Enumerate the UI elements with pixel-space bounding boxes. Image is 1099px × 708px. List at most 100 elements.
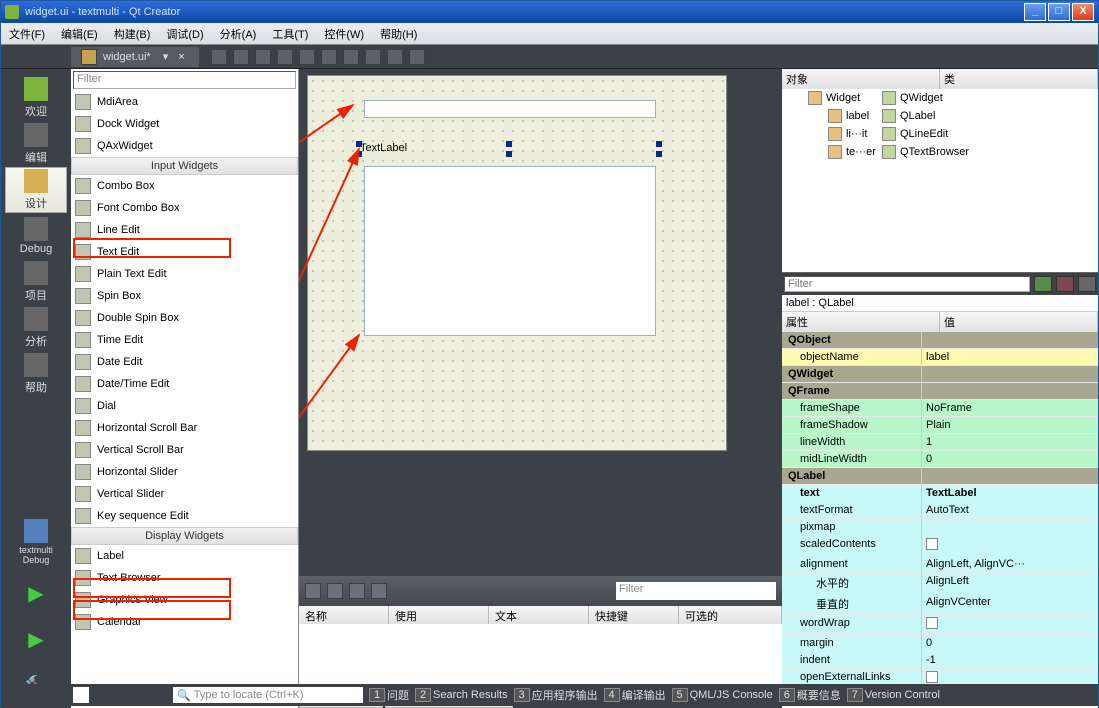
collapse-icon[interactable] (73, 687, 89, 703)
selection-handle[interactable] (356, 141, 362, 147)
remove-dynamic-prop-button[interactable] (1056, 276, 1074, 292)
add-dynamic-prop-button[interactable] (1034, 276, 1052, 292)
widgetbox-item-text-browser[interactable]: Text Browser (71, 567, 298, 589)
output-pane-2[interactable]: 2Search Results (415, 687, 508, 703)
mode-projects[interactable]: 项目 (5, 259, 67, 305)
prop-row[interactable]: pixmap (782, 519, 1098, 536)
lineedit-widget[interactable] (364, 100, 656, 118)
menu-build[interactable]: 构建(B) (106, 26, 159, 42)
menu-tools[interactable]: 工具(T) (264, 26, 316, 42)
menu-debug[interactable]: 调试(D) (158, 26, 211, 42)
widgetbox-item-date/time-edit[interactable]: Date/Time Edit (71, 373, 298, 395)
selection-handle[interactable] (356, 151, 362, 157)
widgetbox-item-spin-box[interactable]: Spin Box (71, 285, 298, 307)
widgetbox-item-dock-widget[interactable]: Dock Widget (71, 113, 298, 135)
property-list[interactable]: QObjectobjectNamelabelQWidgetQFrame frame… (782, 332, 1098, 708)
maximize-button[interactable]: □ (1048, 3, 1070, 21)
objtree-col-class[interactable]: 类 (940, 69, 1098, 89)
prop-row[interactable]: alignmentAlignLeft, AlignVC··· (782, 556, 1098, 573)
widgetbox-item-font-combo-box[interactable]: Font Combo Box (71, 197, 298, 219)
mode-design[interactable]: 设计 (5, 167, 67, 213)
minimize-button[interactable]: _ (1024, 3, 1046, 21)
adjust-size-button[interactable] (409, 49, 425, 65)
widgetbox-item-qaxwidget[interactable]: QAxWidget (71, 135, 298, 157)
mode-analyze[interactable]: 分析 (5, 305, 67, 351)
layout-grid-button[interactable] (343, 49, 359, 65)
menu-file[interactable]: 文件(F) (1, 26, 53, 42)
widgetbox-item-label[interactable]: Label (71, 545, 298, 567)
layout-v-button[interactable] (321, 49, 337, 65)
menu-edit[interactable]: 编辑(E) (53, 26, 106, 42)
prop-row[interactable]: scaledContents (782, 536, 1098, 556)
output-pane-4[interactable]: 4编译输出 (604, 687, 666, 703)
objtree-row[interactable]: WidgetQWidget (782, 89, 1098, 107)
action-table-body[interactable] (299, 624, 782, 688)
widgetbox-item-dial[interactable]: Dial (71, 395, 298, 417)
selection-handle[interactable] (506, 151, 512, 157)
open-file-tab[interactable]: widget.ui* ▾ × (71, 47, 199, 67)
locator-input[interactable]: 🔍 Type to locate (Ctrl+K) (173, 687, 363, 703)
selection-handle[interactable] (656, 151, 662, 157)
mode-welcome[interactable]: 欢迎 (5, 75, 67, 121)
config-prop-button[interactable] (1078, 276, 1096, 292)
widgetbox-item-horizontal-scroll-bar[interactable]: Horizontal Scroll Bar (71, 417, 298, 439)
widgetbox-item-date-edit[interactable]: Date Edit (71, 351, 298, 373)
objtree-row[interactable]: te···erQTextBrowser (782, 143, 1098, 161)
edit-taborder-button[interactable] (277, 49, 293, 65)
widgetbox-item-line-edit[interactable]: Line Edit (71, 219, 298, 241)
debug-run-button[interactable]: ▶ (5, 616, 67, 662)
widgetbox-item-double-spin-box[interactable]: Double Spin Box (71, 307, 298, 329)
open-action-button[interactable] (327, 583, 343, 599)
prop-row[interactable]: frameShadowPlain (782, 417, 1098, 434)
edit-buddies-button[interactable] (255, 49, 271, 65)
prop-section[interactable]: QFrame (782, 383, 1098, 400)
edit-widgets-button[interactable] (211, 49, 227, 65)
close-tab-icon[interactable]: × (174, 51, 188, 63)
widgetbox-filter[interactable]: Filter (73, 71, 296, 89)
widgetbox-item-time-edit[interactable]: Time Edit (71, 329, 298, 351)
checkbox-icon[interactable] (926, 538, 938, 550)
widgetbox-item-calendar[interactable]: Calendar (71, 611, 298, 633)
copy-action-button[interactable] (349, 583, 365, 599)
prop-col-value[interactable]: 值 (940, 312, 1098, 332)
selection-handle[interactable] (656, 141, 662, 147)
prop-section[interactable]: QWidget (782, 366, 1098, 383)
widgetbox-group[interactable]: Display Widgets (71, 527, 298, 545)
kit-selector[interactable]: textmultiDebug (5, 514, 67, 570)
widgetbox-item-mdiarea[interactable]: MdiArea (71, 91, 298, 113)
prop-row[interactable]: objectNamelabel (782, 349, 1098, 366)
delete-action-button[interactable] (371, 583, 387, 599)
layout-form-button[interactable] (365, 49, 381, 65)
widgetbox-item-text-edit[interactable]: Text Edit (71, 241, 298, 263)
new-action-button[interactable] (305, 583, 321, 599)
widgetbox-item-vertical-scroll-bar[interactable]: Vertical Scroll Bar (71, 439, 298, 461)
menu-widgets[interactable]: 控件(W) (316, 26, 372, 42)
edit-signals-button[interactable] (233, 49, 249, 65)
prop-row[interactable]: 垂直的AlignVCenter (782, 594, 1098, 615)
checkbox-icon[interactable] (926, 671, 938, 683)
mode-edit[interactable]: 编辑 (5, 121, 67, 167)
objtree-row[interactable]: li···itQLineEdit (782, 125, 1098, 143)
selection-handle[interactable] (506, 141, 512, 147)
form-widget[interactable]: TextLabel (307, 75, 727, 451)
dropdown-icon[interactable]: ▾ (163, 50, 169, 63)
mode-debug[interactable]: Debug (5, 213, 67, 259)
close-button[interactable]: X (1072, 3, 1094, 21)
run-button[interactable]: ▶ (5, 570, 67, 616)
property-filter-input[interactable] (784, 276, 1030, 292)
prop-row[interactable]: midLineWidth0 (782, 451, 1098, 468)
output-pane-7[interactable]: 7Version Control (847, 687, 940, 703)
prop-row[interactable]: 水平的AlignLeft (782, 573, 1098, 594)
prop-row[interactable]: indent-1 (782, 652, 1098, 669)
layout-h-button[interactable] (299, 49, 315, 65)
prop-section[interactable]: QObject (782, 332, 1098, 349)
prop-row[interactable]: lineWidth1 (782, 434, 1098, 451)
prop-row[interactable]: textTextLabel (782, 485, 1098, 502)
prop-col-name[interactable]: 属性 (782, 312, 940, 332)
prop-row[interactable]: margin0 (782, 635, 1098, 652)
output-pane-6[interactable]: 6概要信息 (779, 687, 841, 703)
menu-help[interactable]: 帮助(H) (372, 26, 425, 42)
widgetbox-item-horizontal-slider[interactable]: Horizontal Slider (71, 461, 298, 483)
prop-row[interactable]: textFormatAutoText (782, 502, 1098, 519)
checkbox-icon[interactable] (926, 617, 938, 629)
